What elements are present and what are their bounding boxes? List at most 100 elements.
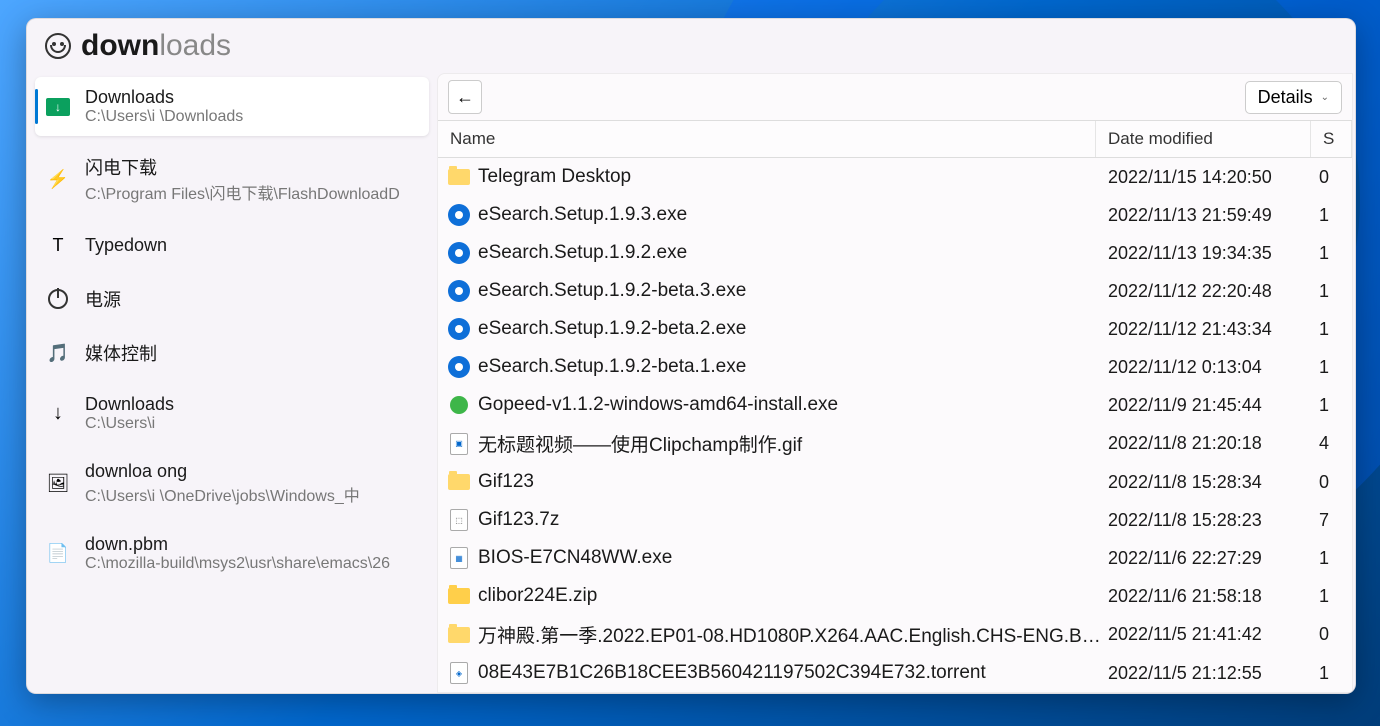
- file-row[interactable]: eSearch.Setup.1.9.2-beta.3.exe2022/11/12…: [438, 272, 1352, 310]
- file-row[interactable]: eSearch.Setup.1.9.2.exe2022/11/13 19:34:…: [438, 234, 1352, 272]
- file-size: 1: [1319, 281, 1344, 302]
- file-name: eSearch.Setup.1.9.2.exe: [478, 242, 1104, 264]
- sidebar-item[interactable]: DownloadsC:\Users\i \Downloads: [35, 77, 429, 136]
- sidebar-glyph-icon: 📄: [47, 543, 69, 564]
- view-details-button[interactable]: Details ⌄: [1245, 81, 1342, 114]
- sidebar-item-label: Downloads: [85, 87, 243, 108]
- sidebar-item[interactable]: 🖼 downloa ongC:\Users\i \OneDrive\jobs\Wi…: [35, 451, 429, 516]
- column-size[interactable]: S: [1311, 121, 1352, 157]
- column-date[interactable]: Date modified: [1096, 121, 1311, 157]
- sidebar-item-label: 闪电下载: [85, 154, 400, 180]
- sidebar-glyph-icon: ⚡: [47, 169, 69, 190]
- column-headers: Name Date modified S: [438, 120, 1352, 158]
- sidebar-item-path: C:\Users\i \Downloads: [85, 108, 243, 126]
- toolbar: ← Details ⌄: [438, 74, 1352, 120]
- file-date: 2022/11/5 21:12:55: [1104, 663, 1319, 684]
- file-row[interactable]: eSearch.Setup.1.9.2-beta.2.exe2022/11/12…: [438, 310, 1352, 348]
- file-name: BIOS-E7CN48WW.exe: [478, 547, 1104, 569]
- sidebar-item-path: C:\Users\i: [85, 415, 174, 433]
- exe-icon: ▦: [450, 547, 468, 569]
- file-size: 1: [1319, 357, 1344, 378]
- file-date: 2022/11/8 21:20:18: [1104, 433, 1319, 454]
- column-name[interactable]: Name: [438, 121, 1096, 157]
- sidebar: DownloadsC:\Users\i \Downloads⚡闪电下载C:\Pr…: [27, 71, 437, 693]
- sidebar-item[interactable]: 📄down.pbmC:\mozilla-build\msys2\usr\shar…: [35, 524, 429, 583]
- sidebar-item[interactable]: DownloadsC:\Users\i: [35, 384, 429, 443]
- file-row[interactable]: 万神殿.第一季.2022.EP01-08.HD1080P.X264.AAC.En…: [438, 615, 1352, 654]
- gif-icon: ▣: [450, 433, 468, 455]
- sidebar-item-path: C:\Users\i \OneDrive\jobs\Windows_中: [85, 482, 360, 506]
- file-row[interactable]: Gopeed-v1.1.2-windows-amd64-install.exe2…: [438, 386, 1352, 424]
- chevron-down-icon: ⌄: [1321, 92, 1329, 103]
- file-size: 0: [1319, 624, 1344, 645]
- file-date: 2022/11/12 21:43:34: [1104, 319, 1319, 340]
- file-row[interactable]: eSearch.Setup.1.9.2-beta.1.exe2022/11/12…: [438, 348, 1352, 386]
- file-size: 1: [1319, 663, 1344, 684]
- file-name: 万神殿.第一季.2022.EP01-08.HD1080P.X264.AAC.En…: [478, 621, 1104, 648]
- file-date: 2022/11/12 22:20:48: [1104, 281, 1319, 302]
- file-date: 2022/11/9 21:45:44: [1104, 395, 1319, 416]
- sidebar-item-label: 媒体控制: [85, 340, 157, 366]
- exe-icon: [448, 204, 470, 226]
- file-date: 2022/11/6 21:58:18: [1104, 586, 1319, 607]
- zip-folder-icon: [448, 588, 470, 604]
- sidebar-item[interactable]: T Typedown: [35, 222, 429, 268]
- app-icon: [45, 33, 71, 59]
- header: downloads: [27, 19, 1355, 71]
- file-size: 1: [1319, 395, 1344, 416]
- folder-icon: [448, 627, 470, 643]
- file-date: 2022/11/8 15:28:23: [1104, 510, 1319, 531]
- sidebar-item[interactable]: ⚡闪电下载C:\Program Files\闪电下载\FlashDownload…: [35, 144, 429, 214]
- file-size: 1: [1319, 319, 1344, 340]
- file-date: 2022/11/5 21:41:42: [1104, 624, 1319, 645]
- sidebar-item-path: C:\mozilla-build\msys2\usr\share\emacs\2…: [85, 555, 390, 573]
- file-name: Telegram Desktop: [478, 166, 1104, 188]
- file-size: 1: [1319, 205, 1344, 226]
- sidebar-item-label: downloa ong: [85, 461, 360, 482]
- file-size: 0: [1319, 472, 1344, 493]
- file-list[interactable]: Telegram Desktop2022/11/15 14:20:500eSea…: [438, 158, 1352, 692]
- app-window: downloads DownloadsC:\Users\i \Downloads…: [26, 18, 1356, 694]
- file-size: 1: [1319, 243, 1344, 264]
- file-date: 2022/11/13 19:34:35: [1104, 243, 1319, 264]
- file-date: 2022/11/12 0:13:04: [1104, 357, 1319, 378]
- sidebar-item[interactable]: 电源: [35, 276, 429, 322]
- file-row[interactable]: ▦BIOS-E7CN48WW.exe2022/11/6 22:27:291: [438, 539, 1352, 577]
- power-icon: [48, 289, 68, 309]
- sidebar-glyph-icon: 🖼: [47, 473, 70, 494]
- file-name: Gopeed-v1.1.2-windows-amd64-install.exe: [478, 394, 1104, 416]
- file-row[interactable]: ▣ 无标题视频——使用Clipchamp制作.gif2022/11/8 21:20…: [438, 424, 1352, 463]
- sidebar-item-label: Typedown: [85, 235, 167, 256]
- torrent-icon: ◈: [450, 662, 468, 684]
- file-name: eSearch.Setup.1.9.2-beta.3.exe: [478, 280, 1104, 302]
- main-pane: ← Details ⌄ Name Date modified S Telegra…: [437, 73, 1353, 693]
- file-name: Gif123: [478, 471, 1104, 493]
- folder-download-icon: [46, 98, 70, 116]
- details-label: Details: [1258, 87, 1313, 108]
- file-name: eSearch.Setup.1.9.3.exe: [478, 204, 1104, 226]
- back-button[interactable]: ←: [448, 80, 482, 114]
- file-size: 7: [1319, 510, 1344, 531]
- file-date: 2022/11/15 14:20:50: [1104, 167, 1319, 188]
- sidebar-item[interactable]: 🎵媒体控制: [35, 330, 429, 376]
- file-row[interactable]: clibor224E.zip2022/11/6 21:58:181: [438, 577, 1352, 615]
- sidebar-glyph-icon: T: [53, 235, 64, 256]
- exe-icon: [448, 280, 470, 302]
- file-row[interactable]: ⬚Gif123.7z2022/11/8 15:28:237: [438, 501, 1352, 539]
- file-row[interactable]: ◈08E43E7B1C26B18CEE3B560421197502C394E73…: [438, 654, 1352, 692]
- file-name: 无标题视频——使用Clipchamp制作.gif: [478, 430, 1104, 457]
- file-row[interactable]: Telegram Desktop2022/11/15 14:20:500: [438, 158, 1352, 196]
- exe-icon: [448, 318, 470, 340]
- file-size: 4: [1319, 433, 1344, 454]
- sidebar-item-label: 电源: [85, 286, 121, 312]
- back-arrow-icon: ←: [456, 87, 474, 108]
- file-date: 2022/11/8 15:28:34: [1104, 472, 1319, 493]
- exe-icon: [448, 242, 470, 264]
- file-row[interactable]: eSearch.Setup.1.9.3.exe2022/11/13 21:59:…: [438, 196, 1352, 234]
- file-name: eSearch.Setup.1.9.2-beta.2.exe: [478, 318, 1104, 340]
- file-size: 1: [1319, 586, 1344, 607]
- file-row[interactable]: Gif1232022/11/8 15:28:340: [438, 463, 1352, 501]
- exe-icon: [448, 356, 470, 378]
- file-date: 2022/11/6 22:27:29: [1104, 548, 1319, 569]
- archive-icon: ⬚: [450, 509, 468, 531]
